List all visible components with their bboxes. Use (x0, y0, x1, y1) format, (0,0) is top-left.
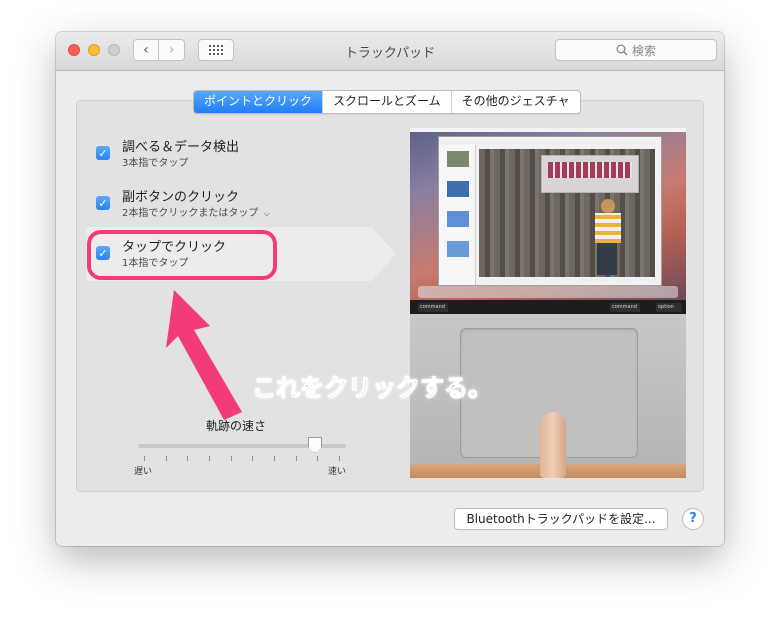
option-subtitle: 3本指でタップ (122, 158, 189, 169)
secondary-click-popup[interactable]: 2本指でクリックまたはタップ ⌵ (122, 204, 270, 219)
annotation-arrow (166, 290, 242, 420)
chevron-down-icon: ⌵ (263, 209, 270, 218)
tab-more-gestures[interactable]: その他のジェスチャ (450, 91, 580, 113)
preview-app-window (438, 136, 662, 286)
gesture-preview-video: command command option (410, 128, 686, 478)
annotation-highlight-box (87, 230, 277, 280)
preview-dock (418, 286, 678, 298)
search-field[interactable]: 検索 (555, 39, 717, 61)
help-button[interactable]: ? (682, 508, 704, 530)
slider-max-label: 速い (328, 467, 347, 477)
setup-bluetooth-trackpad-button[interactable]: Bluetoothトラックパッドを設定... (454, 508, 668, 530)
slider-ticks (144, 456, 340, 462)
preferences-window: ‹ › トラックパッド 検索 ポイントとクリック スクロールとズーム その他のジ… (56, 32, 724, 546)
tab-scroll-and-zoom[interactable]: スクロールとズーム (322, 91, 451, 113)
secondary-click-checkbox[interactable]: ✓ (96, 196, 110, 210)
finger-image (540, 412, 566, 478)
preview-keyboard: command command option (410, 300, 686, 314)
title-bar: ‹ › トラックパッド 検索 (56, 32, 724, 71)
slider-min-label: 遅い (134, 467, 153, 477)
search-icon (616, 44, 628, 56)
tab-bar: ポイントとクリック スクロールとズーム その他のジェスチャ (193, 90, 581, 114)
option-lookup-data-detectors[interactable]: ✓ 調べる＆データ検出 3本指でタップ (96, 132, 396, 176)
option-secondary-click[interactable]: ✓ 副ボタンのクリック 2本指でクリックまたはタップ ⌵ (96, 182, 396, 226)
checkmark-icon: ✓ (98, 196, 108, 210)
annotation-text: これをクリックする。 (252, 374, 493, 403)
search-placeholder: 検索 (631, 43, 656, 58)
checkmark-icon: ✓ (98, 146, 108, 160)
option-title: 調べる＆データ検出 (122, 140, 240, 155)
preview-menubar (410, 128, 686, 132)
tab-point-and-click[interactable]: ポイントとクリック (194, 91, 323, 113)
option-subtitle: 2本指でクリックまたはタップ (122, 208, 259, 219)
option-title: 副ボタンのクリック (122, 190, 240, 205)
lookup-checkbox[interactable]: ✓ (96, 146, 110, 160)
